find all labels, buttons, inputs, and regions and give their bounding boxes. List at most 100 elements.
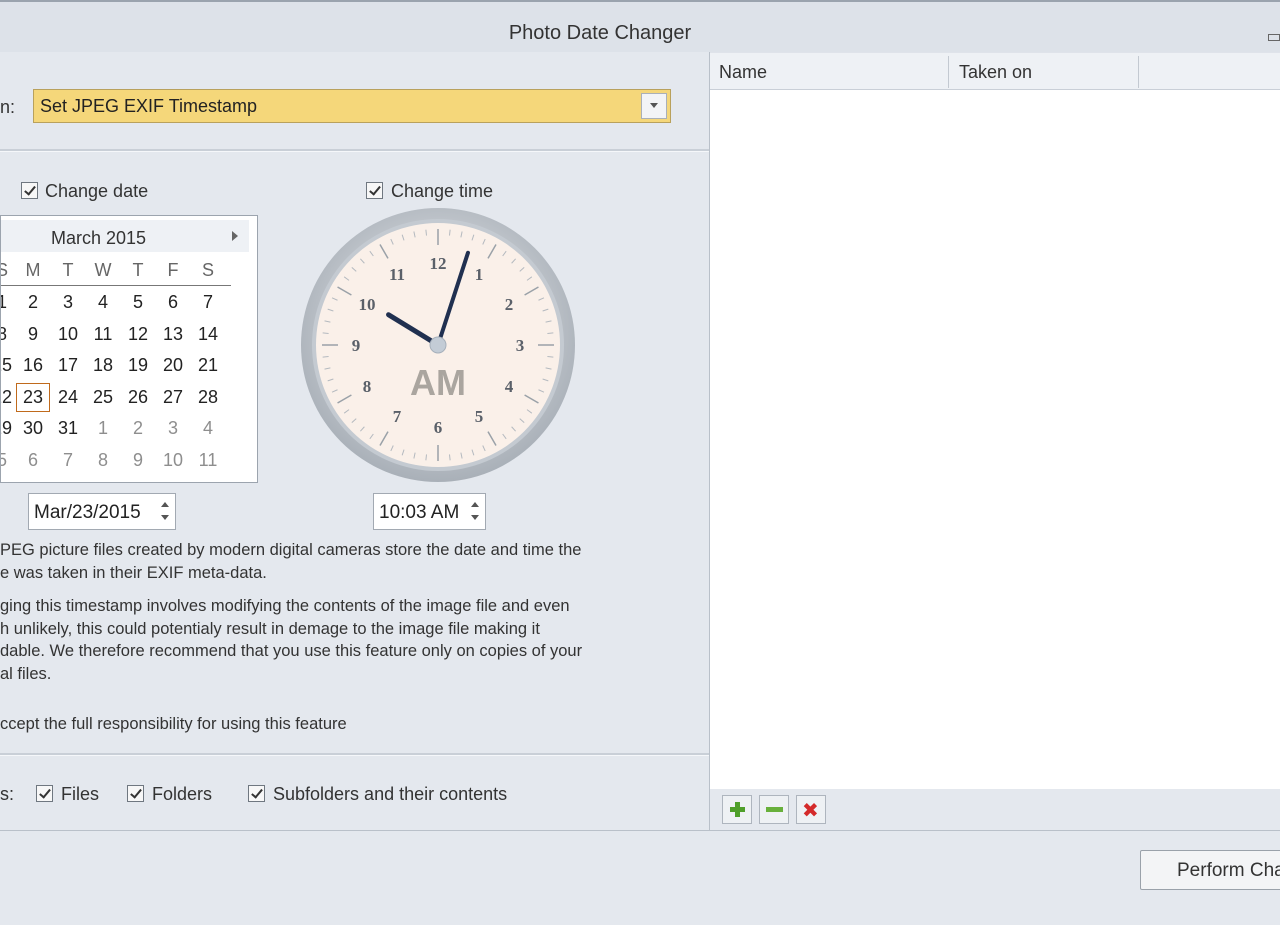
calendar-day[interactable]: 3 [158,418,188,439]
calendar-day[interactable]: 29 [1,418,17,439]
calendar-day[interactable]: 8 [1,324,17,345]
operation-select-value: Set JPEG EXIF Timestamp [40,96,258,116]
calendar-day[interactable]: 1 [1,292,17,313]
calendar-day[interactable]: 16 [18,355,48,376]
clock-numeral: 2 [505,295,514,314]
remove-file-button[interactable] [759,795,789,824]
calendar-day[interactable]: 11 [193,450,223,471]
weekday-header: F [167,260,179,280]
calendar-day[interactable]: 7 [53,450,83,471]
next-month-arrow-icon[interactable] [232,231,238,241]
file-list[interactable] [710,53,1280,789]
weekday-header: W [94,260,112,280]
calendar-day[interactable]: 4 [88,292,118,313]
calendar-day[interactable]: 2 [123,418,153,439]
info-line: e was taken in their EXIF meta-data. [0,563,267,582]
calendar-day[interactable]: 21 [193,355,223,376]
clock-numeral: 6 [434,418,443,437]
calendar-day[interactable]: 30 [18,418,48,439]
date-spinner[interactable]: Mar/23/2015 [28,493,176,530]
weekday-header: S [201,260,214,280]
clock-numeral: 12 [430,254,447,273]
title-bar: Photo Date Changer [0,0,1280,52]
change-time-checkbox[interactable] [366,182,383,199]
calendar-day[interactable]: 9 [123,450,153,471]
folders-label: Folders [152,784,213,804]
calendar-day[interactable]: 1 [88,418,118,439]
column-separator[interactable] [948,56,949,88]
folders-checkbox[interactable] [127,785,144,802]
calendar-day[interactable]: 10 [158,450,188,471]
info-line: h unlikely, this could potentialy result… [0,619,540,638]
column-header-name[interactable]: Name [719,62,767,83]
calendar-day[interactable]: 9 [18,324,48,345]
calendar-day[interactable]: 6 [18,450,48,471]
clock-center [429,336,447,354]
time-spinner[interactable]: 10:03 AM [373,493,486,530]
calendar-day[interactable]: 26 [123,387,153,408]
calendar-day[interactable]: 3 [53,292,83,313]
clock-tick [322,356,329,358]
calendar-day[interactable]: 24 [53,387,83,408]
arrow-up-icon[interactable] [471,502,479,507]
calendar-day[interactable]: 25 [88,387,118,408]
add-file-button[interactable] [722,795,752,824]
calendar-day[interactable]: 5 [123,292,153,313]
calendar-day[interactable]: 11 [88,324,118,345]
clock-tick [322,332,329,334]
date-value: Mar/23/2015 [34,502,141,523]
calendar-day[interactable]: 17 [53,355,83,376]
subfolders-label: Subfolders and their contents [273,784,508,804]
arrow-down-icon[interactable] [471,515,479,520]
clock-tick [547,332,554,334]
column-header-taken-on[interactable]: Taken on [959,62,1032,83]
calendar-day[interactable]: 5 [1,450,17,471]
calendar-day[interactable]: 22 [1,387,17,408]
subfolders-checkbox[interactable] [248,785,265,802]
separator [0,753,709,756]
arrow-up-icon[interactable] [161,502,169,507]
clock-tick [449,454,451,461]
calendar-day[interactable]: 28 [193,387,223,408]
clear-list-button[interactable]: ✖ [796,795,826,824]
calendar-day[interactable]: 4 [193,418,223,439]
clock-numeral: 9 [352,336,361,355]
clock-numeral: 3 [516,336,525,355]
arrow-down-icon[interactable] [161,515,169,520]
spinner-arrows[interactable] [471,502,479,522]
weekday-header: S [1,260,17,281]
calendar-day[interactable]: 7 [193,292,223,313]
operation-label: n: [0,97,16,117]
files-checkbox[interactable] [36,785,53,802]
calendar-month: March 2015 [51,228,147,248]
calendar-day[interactable]: 6 [158,292,188,313]
dropdown-button[interactable] [641,93,667,119]
apply-to-label: s: [0,784,15,804]
change-time-label: Change time [391,181,494,201]
spinner-arrows[interactable] [161,502,169,522]
minimize-button[interactable] [1268,34,1280,41]
calendar-day[interactable]: 27 [158,387,188,408]
calendar-day[interactable]: 31 [53,418,83,439]
separator [0,149,709,152]
calendar-day[interactable]: 13 [158,324,188,345]
operation-select[interactable]: Set JPEG EXIF Timestamp [33,89,671,123]
calendar-day[interactable]: 23 [16,382,50,412]
column-separator[interactable] [1138,56,1139,88]
calendar[interactable]: March 2015 SMTWTFS1234567891011121314151… [0,215,258,483]
calendar-day[interactable]: 19 [123,355,153,376]
close-icon: ✖ [802,798,819,822]
calendar-day[interactable]: 10 [53,324,83,345]
calendar-day[interactable]: 15 [1,355,17,376]
calendar-day[interactable]: 8 [88,450,118,471]
calendar-day[interactable]: 2 [18,292,48,313]
perform-changes-button[interactable]: Perform Changes [1140,850,1280,890]
weekday-header: T [62,260,74,280]
calendar-day[interactable]: 14 [193,324,223,345]
analog-clock[interactable]: 121234567891011 AM [298,205,578,485]
calendar-day[interactable]: 18 [88,355,118,376]
calendar-day[interactable]: 12 [123,324,153,345]
plus-icon-bar [730,807,745,812]
change-date-checkbox[interactable] [21,182,38,199]
calendar-day[interactable]: 20 [158,355,188,376]
